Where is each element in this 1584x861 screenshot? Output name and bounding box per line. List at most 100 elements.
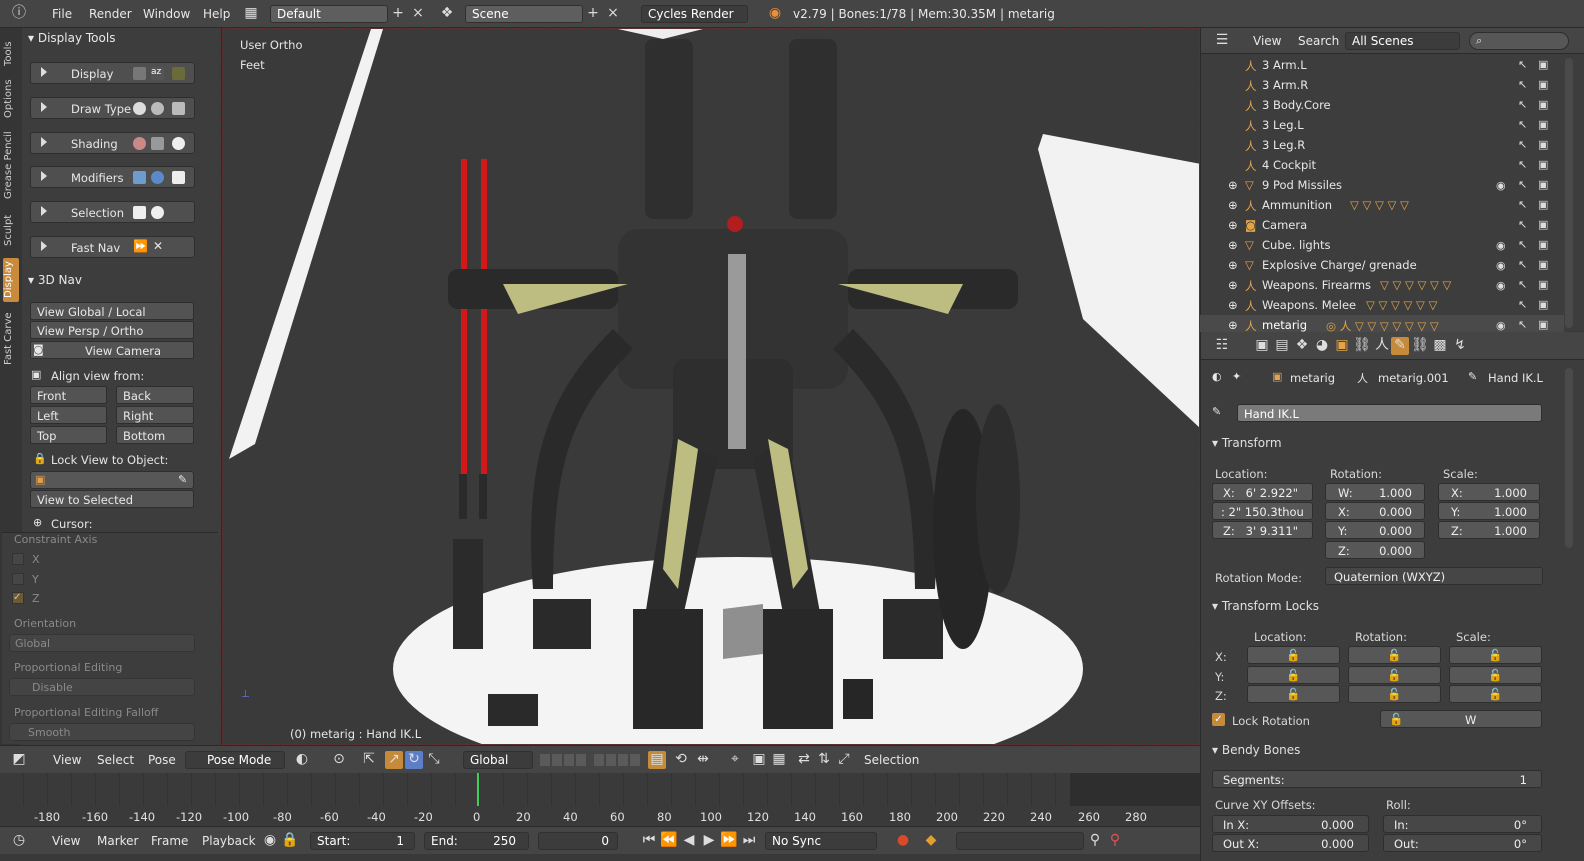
row-selection[interactable]: Selection bbox=[30, 201, 195, 223]
add-layout-icon[interactable]: + bbox=[389, 5, 407, 23]
tab-options[interactable]: Options bbox=[3, 78, 19, 120]
expand-icon[interactable]: ⊕ bbox=[1228, 198, 1238, 212]
eye-icon[interactable]: ◉ bbox=[1496, 179, 1506, 192]
solid-icon[interactable] bbox=[133, 102, 146, 115]
close-layout-icon[interactable]: × bbox=[409, 5, 427, 23]
properties-scrollbar[interactable] bbox=[1565, 368, 1573, 548]
eye-icon[interactable]: ◉ bbox=[1496, 239, 1506, 252]
align-bottom-button[interactable]: Bottom bbox=[116, 426, 194, 444]
align-front-button[interactable]: Front bbox=[30, 386, 107, 404]
rotation-w-field[interactable]: W: 1.000 bbox=[1325, 483, 1425, 501]
outliner-item[interactable]: 人 3 Leg.R ↖ ▣ bbox=[1200, 135, 1564, 155]
auto-ik-icon[interactable]: ⟲ bbox=[672, 751, 690, 769]
lock-scale-y-toggle[interactable]: 🔓 bbox=[1449, 666, 1542, 684]
lock-rotation-x-toggle[interactable]: 🔓 bbox=[1348, 646, 1441, 664]
shading-icon[interactable] bbox=[151, 137, 164, 150]
row-modifiers[interactable]: Modifiers bbox=[30, 166, 195, 188]
select-icon[interactable]: ↖ bbox=[1518, 158, 1527, 171]
menu-frame[interactable]: Frame bbox=[151, 834, 188, 848]
paste-pose-icon[interactable]: ⇄ bbox=[795, 751, 813, 769]
screen-layout-icon[interactable]: ▦ bbox=[242, 5, 260, 23]
render-icon[interactable]: ▣ bbox=[1538, 218, 1548, 231]
render-icon[interactable]: ▣ bbox=[1538, 118, 1548, 131]
lock-rotation-y-toggle[interactable]: 🔓 bbox=[1348, 666, 1441, 684]
paste-flip-icon[interactable]: ⇅ bbox=[815, 751, 833, 769]
translate-icon[interactable]: ↗ bbox=[385, 751, 403, 769]
rotation-z-field[interactable]: Z: 0.000 bbox=[1325, 541, 1425, 559]
row-display[interactable]: Display az bbox=[30, 62, 195, 84]
bone-constraints-tab-icon[interactable]: ⛓ bbox=[1411, 337, 1429, 355]
panel-display-tools[interactable]: ▾ Display Tools bbox=[28, 31, 194, 51]
align-left-button[interactable]: Left bbox=[30, 406, 107, 424]
sync-select[interactable]: No Sync bbox=[765, 832, 877, 850]
lock-rotation-z-toggle[interactable]: 🔓 bbox=[1348, 685, 1441, 703]
render-icon[interactable]: ▣ bbox=[1538, 58, 1548, 71]
end-frame-field[interactable]: End: 250 bbox=[424, 832, 529, 850]
outliner-item[interactable]: 人 4 Cockpit ↖ ▣ bbox=[1200, 155, 1564, 175]
mirror-icon[interactable]: ⇹ bbox=[694, 751, 712, 769]
tab-display[interactable]: Display bbox=[3, 258, 19, 302]
display-mode-select[interactable]: All Scenes bbox=[1345, 32, 1460, 50]
select-icon[interactable]: ↖ bbox=[1518, 278, 1527, 291]
physics-tab-icon[interactable]: ↯ bbox=[1451, 337, 1469, 355]
select-icon[interactable]: ↖ bbox=[1518, 298, 1527, 311]
expand-icon[interactable]: ⊕ bbox=[1228, 218, 1238, 232]
outliner-scrollbar[interactable] bbox=[1565, 58, 1573, 328]
expand-icon[interactable]: ⊕ bbox=[1228, 258, 1238, 272]
menu-pose[interactable]: Pose bbox=[148, 753, 176, 767]
data-tab-icon[interactable]: 人 bbox=[1373, 337, 1391, 355]
eye-icon[interactable]: ◉ bbox=[1496, 319, 1506, 332]
align-right-button[interactable]: Right bbox=[116, 406, 194, 424]
viewport-shading-icon[interactable]: ◐ bbox=[293, 751, 311, 769]
lock-object-field[interactable] bbox=[30, 471, 194, 489]
menu-search[interactable]: Search bbox=[1298, 34, 1339, 48]
snap-icon[interactable]: ⌖ bbox=[726, 751, 744, 769]
select-icon[interactable]: ↖ bbox=[1518, 178, 1527, 191]
outliner-item[interactable]: ⊕ 人 Weapons. Melee ▽ ▽ ▽ ▽ ▽ ▽ ↖ ▣ bbox=[1200, 295, 1564, 315]
outliner-item[interactable]: ⊕ ▽ Cube. lights ◉ ↖ ▣ bbox=[1200, 235, 1564, 255]
rotation-y-field[interactable]: Y: 0.000 bbox=[1325, 521, 1425, 539]
bone-tab-icon[interactable]: ✎ bbox=[1391, 337, 1409, 355]
panel-3d-nav[interactable]: ▾ 3D Nav bbox=[28, 273, 194, 293]
view-to-selected-button[interactable]: View to Selected bbox=[30, 490, 194, 508]
menu-playback[interactable]: Playback bbox=[202, 834, 256, 848]
scale-y-field[interactable]: Y: 1.000 bbox=[1438, 502, 1540, 520]
jump-end-icon[interactable]: ⏭ bbox=[740, 832, 758, 850]
keying-set-field[interactable] bbox=[956, 832, 1084, 850]
transform-panel-header[interactable]: ▾ Transform bbox=[1212, 436, 1282, 450]
fast-forward-icon[interactable]: ⏩ bbox=[133, 239, 148, 253]
delete-key-icon[interactable]: ⚲ bbox=[1106, 832, 1124, 850]
lock-location-z-toggle[interactable]: 🔓 bbox=[1247, 685, 1340, 703]
modifier-icon[interactable] bbox=[151, 171, 164, 184]
transform-orientation-select[interactable]: Global bbox=[463, 751, 533, 769]
breadcrumb-armature[interactable]: metarig.001 bbox=[1378, 371, 1449, 385]
outliner-item[interactable]: 人 3 Body.Core ↖ ▣ bbox=[1200, 95, 1564, 115]
lock-scale-x-toggle[interactable]: 🔓 bbox=[1449, 646, 1542, 664]
select-icon[interactable]: ↖ bbox=[1518, 258, 1527, 271]
outliner-item[interactable]: ⊕ 人 Weapons. Firearms ▽ ▽ ▽ ▽ ▽ ▽ ◉ ↖ ▣ bbox=[1200, 275, 1564, 295]
jump-start-icon[interactable]: ⏮ bbox=[640, 832, 658, 850]
axis-z-checkbox[interactable]: ✓ bbox=[12, 592, 24, 604]
select-icon[interactable]: ↖ bbox=[1518, 98, 1527, 111]
rotation-mode-select[interactable]: Quaternion (WXYZ) bbox=[1325, 567, 1543, 585]
render-tab-icon[interactable]: ▣ bbox=[1253, 337, 1271, 355]
scale-x-field[interactable]: X: 1.000 bbox=[1438, 483, 1540, 501]
pin-icon[interactable]: ◐ bbox=[1212, 370, 1222, 383]
in-x-field[interactable]: In X: 0.000 bbox=[1212, 815, 1369, 833]
tab-fast-carve[interactable]: Fast Carve bbox=[3, 310, 19, 368]
insert-key-icon[interactable]: ⚲ bbox=[1086, 832, 1104, 850]
grid-icon[interactable] bbox=[172, 102, 185, 115]
expand-icon[interactable]: ⊕ bbox=[1228, 318, 1238, 332]
select-icon[interactable]: ↖ bbox=[1518, 198, 1527, 211]
menu-view[interactable]: View bbox=[1253, 34, 1281, 48]
segments-field[interactable]: Segments: 1 bbox=[1212, 770, 1542, 788]
editor-type-icon[interactable]: ☷ bbox=[1213, 337, 1231, 355]
eye-icon[interactable]: ◉ bbox=[1496, 279, 1506, 292]
menu-view[interactable]: View bbox=[52, 834, 80, 848]
select-icon[interactable]: ↖ bbox=[1518, 318, 1527, 331]
editor-type-icon[interactable]: ☰ bbox=[1213, 32, 1231, 50]
roll-out-field[interactable]: Out: 0° bbox=[1383, 834, 1542, 852]
breadcrumb-object[interactable]: metarig bbox=[1290, 371, 1335, 385]
play-icon[interactable]: ▶ bbox=[700, 832, 718, 850]
render-icon[interactable]: ▣ bbox=[1538, 158, 1548, 171]
